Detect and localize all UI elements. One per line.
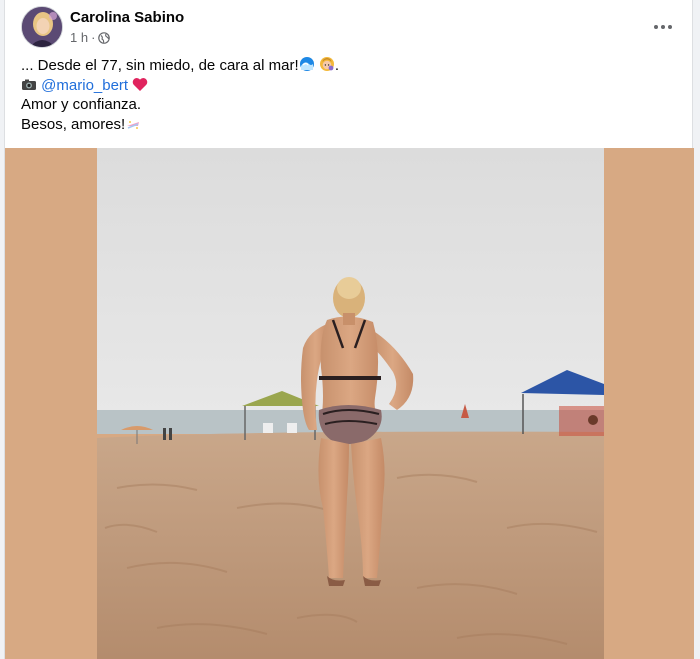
author-avatar[interactable]	[21, 6, 63, 48]
caption-line-4-text: Besos, amores!	[21, 115, 126, 133]
post-caption: ... Desde el 77, sin miedo, de cara al m…	[21, 56, 681, 134]
post-timestamp[interactable]: 1 h	[70, 30, 88, 45]
woman-emoji	[319, 56, 335, 78]
caption-line-3: Amor y confianza.	[21, 96, 142, 113]
post-header: Carolina Sabino 1 h ·	[19, 5, 685, 49]
caption-line-4: Besos, amores!	[21, 115, 681, 135]
meta-separator: ·	[91, 30, 96, 45]
photographer-mention-link[interactable]: @mario_bert	[41, 77, 128, 94]
caption-line-1-text: ... Desde el 77, sin miedo, de cara al m…	[21, 57, 299, 74]
more-options-button[interactable]	[645, 9, 681, 45]
red-heart-emoji	[132, 77, 148, 98]
post-photo[interactable]	[97, 148, 604, 659]
post-meta: 1 h ·	[70, 30, 111, 45]
sparkles-emoji	[125, 117, 141, 137]
wave-emoji	[299, 56, 315, 78]
post-media	[5, 148, 694, 659]
more-options-icon	[654, 25, 658, 29]
author-name[interactable]: Carolina Sabino	[70, 9, 184, 26]
globe-icon[interactable]	[98, 31, 111, 44]
caption-line-1: ... Desde el 77, sin miedo, de cara al m…	[21, 56, 681, 76]
caption-line-1-end: .	[334, 57, 339, 74]
caption-line-2: @mario_bert	[21, 76, 681, 96]
post-card: Carolina Sabino 1 h · ... Desde el 77, s…	[4, 0, 694, 659]
